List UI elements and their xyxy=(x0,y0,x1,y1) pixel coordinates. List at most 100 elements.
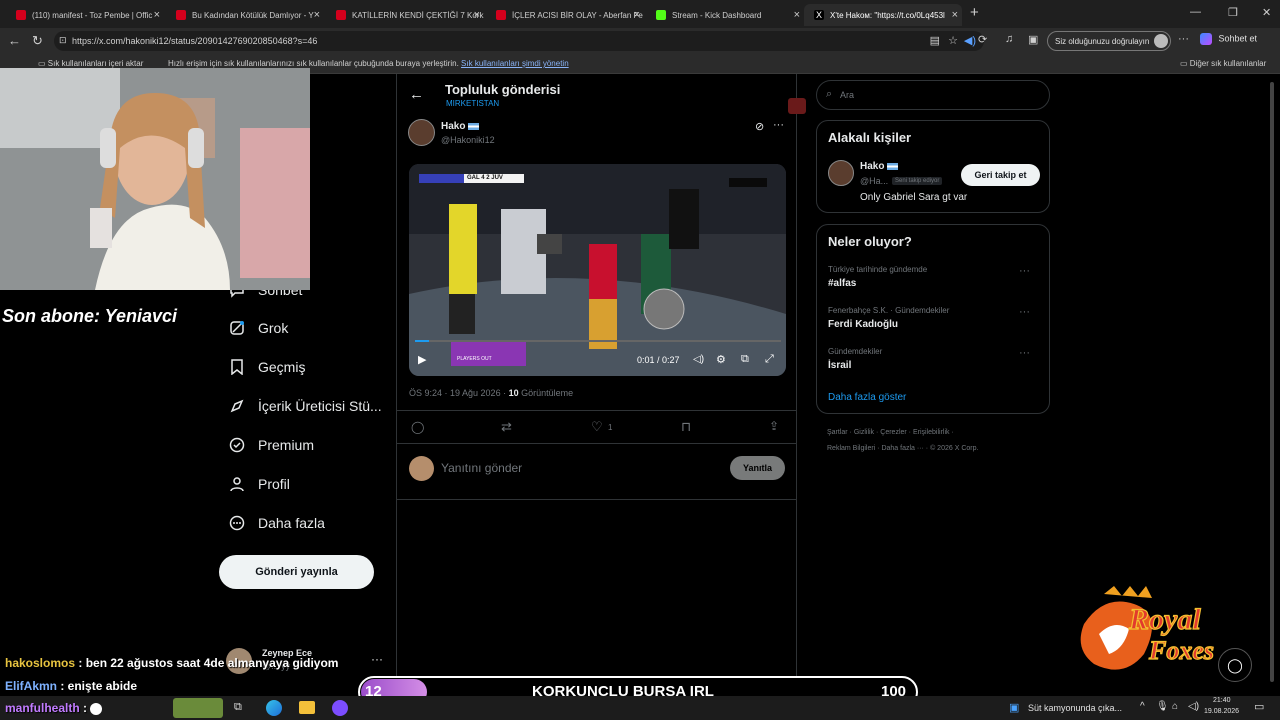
x-icon: X xyxy=(814,10,824,20)
settings-gear-icon[interactable]: ⚙ xyxy=(716,353,726,366)
notification-icon[interactable]: ▭ xyxy=(1254,700,1264,713)
app-icon[interactable] xyxy=(332,700,348,716)
more-dots-icon[interactable]: ··· xyxy=(1019,306,1030,318)
minimize-icon[interactable]: — xyxy=(1190,6,1201,18)
sidebar-item-premium[interactable]: Premium xyxy=(228,434,314,456)
browser-tab[interactable]: KATİLLERİN KENDİ ÇEKTİĞİ 7 Korkı × xyxy=(326,4,484,26)
back-arrow-icon[interactable]: ← xyxy=(8,33,21,48)
youtube-icon xyxy=(496,10,506,20)
read-aloud-icon[interactable]: ◀) xyxy=(964,34,976,47)
like-icon[interactable]: ♡ xyxy=(591,419,603,435)
repost-icon[interactable]: ⇄ xyxy=(501,419,512,435)
tab-label: Bu Kadından Kötülük Damlıyor - Y xyxy=(192,10,314,20)
file-explorer-icon[interactable] xyxy=(299,701,315,714)
tab-label: Stream - Kick Dashboard xyxy=(672,10,762,20)
post-button[interactable]: Gönderi yayınla xyxy=(219,555,374,589)
sidebar-item-more[interactable]: Daha fazla xyxy=(228,512,325,534)
footer-links[interactable]: Reklam Bilgileri · Daha fazla ··· · © 20… xyxy=(827,445,978,452)
volume-icon[interactable]: ◁) xyxy=(1188,701,1199,712)
close-icon[interactable]: × xyxy=(952,9,958,21)
reply-input[interactable]: Yanıtını gönder xyxy=(441,461,522,475)
show-more-link[interactable]: Daha fazla göster xyxy=(828,392,906,403)
share-icon[interactable]: ⇪ xyxy=(769,419,779,433)
new-tab-button[interactable]: + xyxy=(970,4,979,21)
play-icon[interactable]: ▶ xyxy=(418,353,426,366)
favorite-star-icon[interactable]: ☆ xyxy=(948,34,958,47)
task-view-icon[interactable]: ⧉ xyxy=(234,701,242,714)
footer-links[interactable]: Şartlar · Gizlilik · Çerezler · Erişileb… xyxy=(827,429,954,436)
close-window-icon[interactable]: ✕ xyxy=(1262,6,1271,19)
folder-icon: ▭ xyxy=(1180,59,1190,68)
clock-date[interactable]: 19.08.2026 xyxy=(1204,708,1239,715)
community-name[interactable]: MIRKETISTAN xyxy=(446,99,499,108)
network-icon[interactable]: ⌂ xyxy=(1172,701,1178,712)
trend-title: #alfas xyxy=(828,278,857,289)
related-name-row[interactable]: Hako xyxy=(860,161,899,172)
sidebar-item-creator-studio[interactable]: İçerik Üreticisi Stü... xyxy=(228,395,382,417)
profile-signin-button[interactable]: Siz olduğunuzu doğrulayın xyxy=(1047,31,1171,51)
sidebar-item-history[interactable]: Geçmiş xyxy=(228,356,305,378)
site-info-icon[interactable]: ⊡ xyxy=(59,35,67,46)
news-headline[interactable]: Süt kamyonunda çıka... xyxy=(1028,703,1122,713)
more-dots-icon[interactable]: ··· xyxy=(1019,265,1030,277)
import-label: Sık kullanılanları içeri aktar xyxy=(47,59,144,68)
browser-tab[interactable]: Stream - Kick Dashboard × xyxy=(646,4,804,26)
back-arrow-icon[interactable]: ← xyxy=(409,86,424,103)
more-dots-icon[interactable]: ··· xyxy=(773,119,784,131)
url-field[interactable]: ⊡ https://x.com/hakoniki12/status/209014… xyxy=(54,31,984,51)
manage-bookmarks-link[interactable]: Sık kullanılanları şimdi yönetin xyxy=(461,59,569,68)
widgets-icon[interactable] xyxy=(173,698,223,718)
sidebar-item-label: Profil xyxy=(258,476,290,492)
close-icon[interactable]: × xyxy=(634,9,640,21)
tray-chevron-icon[interactable]: ^ xyxy=(1140,701,1145,712)
edge-browser-icon[interactable] xyxy=(266,700,282,716)
author-avatar[interactable] xyxy=(408,119,435,146)
follow-back-button[interactable]: Geri takip et xyxy=(961,164,1040,186)
mic-icon[interactable]: 🎙 xyxy=(1156,701,1169,712)
scrollbar[interactable] xyxy=(1270,82,1274,682)
search-input[interactable]: ⌕ Ara xyxy=(816,80,1050,110)
sidebar-item-grok[interactable]: Grok xyxy=(228,317,288,339)
trend-item[interactable]: Türkiye tarihinde gündemde #alfas ··· xyxy=(828,265,1040,289)
video-player[interactable]: GAL 4 2 JUV PLAYERS OUT ▶ 0:01 / 0:27 ◁)… xyxy=(409,164,786,376)
copilot-label: Sohbet et xyxy=(1218,33,1258,44)
close-icon[interactable]: × xyxy=(794,9,800,21)
volume-icon[interactable]: ◁) xyxy=(693,354,704,365)
extensions-icon[interactable]: ⟳ xyxy=(978,33,987,46)
copilot-button[interactable]: Sohbet et xyxy=(1200,33,1257,45)
reply-button[interactable]: Yanıtla xyxy=(730,456,785,480)
browser-tab-active[interactable]: X X'te Hakoм: "https://t.co/0Lq453l × xyxy=(804,4,962,26)
browser-tab[interactable]: Bu Kadından Kötülük Damlıyor - Y × xyxy=(166,4,324,26)
author-name-row[interactable]: Hako xyxy=(441,121,480,132)
author-handle[interactable]: @Hakoniki12 xyxy=(441,135,495,145)
clock-time[interactable]: 21:40 xyxy=(1213,697,1231,704)
other-bookmarks[interactable]: ▭ Diğer sık kullanılanlar xyxy=(1180,59,1266,68)
close-icon[interactable]: × xyxy=(154,9,160,21)
close-icon[interactable]: × xyxy=(314,9,320,21)
refresh-icon[interactable]: ↻ xyxy=(32,33,43,49)
related-people-panel: Alakalı kişiler Hako @Ha... Seni takip e… xyxy=(816,120,1050,213)
more-options-icon[interactable]: ··· xyxy=(1178,33,1189,45)
bookmark-import[interactable]: ▭ Sık kullanılanları içeri aktar xyxy=(38,59,143,68)
browser-tab[interactable]: İÇLER ACISI BİR OLAY - Aberfan Fe × xyxy=(486,4,644,26)
maximize-icon[interactable]: ❐ xyxy=(1228,6,1238,19)
collections-icon[interactable]: ▣ xyxy=(1028,33,1038,46)
fullscreen-icon[interactable]: ⤢ xyxy=(765,353,774,366)
folder-icon: ▭ xyxy=(38,59,48,68)
browser-tab[interactable]: (110) manifest - Toz Pembe | Offic × xyxy=(6,4,164,26)
post-timestamp: ÖS 9:24 · 19 Ağu 2026 · xyxy=(409,388,509,398)
grok-icon[interactable]: ⊘ xyxy=(755,120,764,133)
reply-icon[interactable]: ◯ xyxy=(411,420,424,434)
trend-item[interactable]: Gündemdekiler İsrail ··· xyxy=(828,347,1040,371)
favorites-icon[interactable]: ♫ xyxy=(1005,33,1013,45)
more-dots-icon[interactable]: ··· xyxy=(1019,347,1030,359)
chat-bubble-icon[interactable]: ◯ xyxy=(1218,648,1252,682)
pip-icon[interactable]: ⧉ xyxy=(741,353,749,366)
close-icon[interactable]: × xyxy=(474,9,480,21)
avatar[interactable] xyxy=(828,160,854,186)
video-frame xyxy=(409,164,786,376)
reader-icon[interactable]: ▤ xyxy=(930,34,940,47)
bookmark-icon[interactable]: ⊓ xyxy=(681,419,691,435)
trend-item[interactable]: Fenerbahçe S.K. · Gündemdekiler Ferdi Ka… xyxy=(828,306,1040,330)
sidebar-item-profile[interactable]: Profil xyxy=(228,473,290,495)
